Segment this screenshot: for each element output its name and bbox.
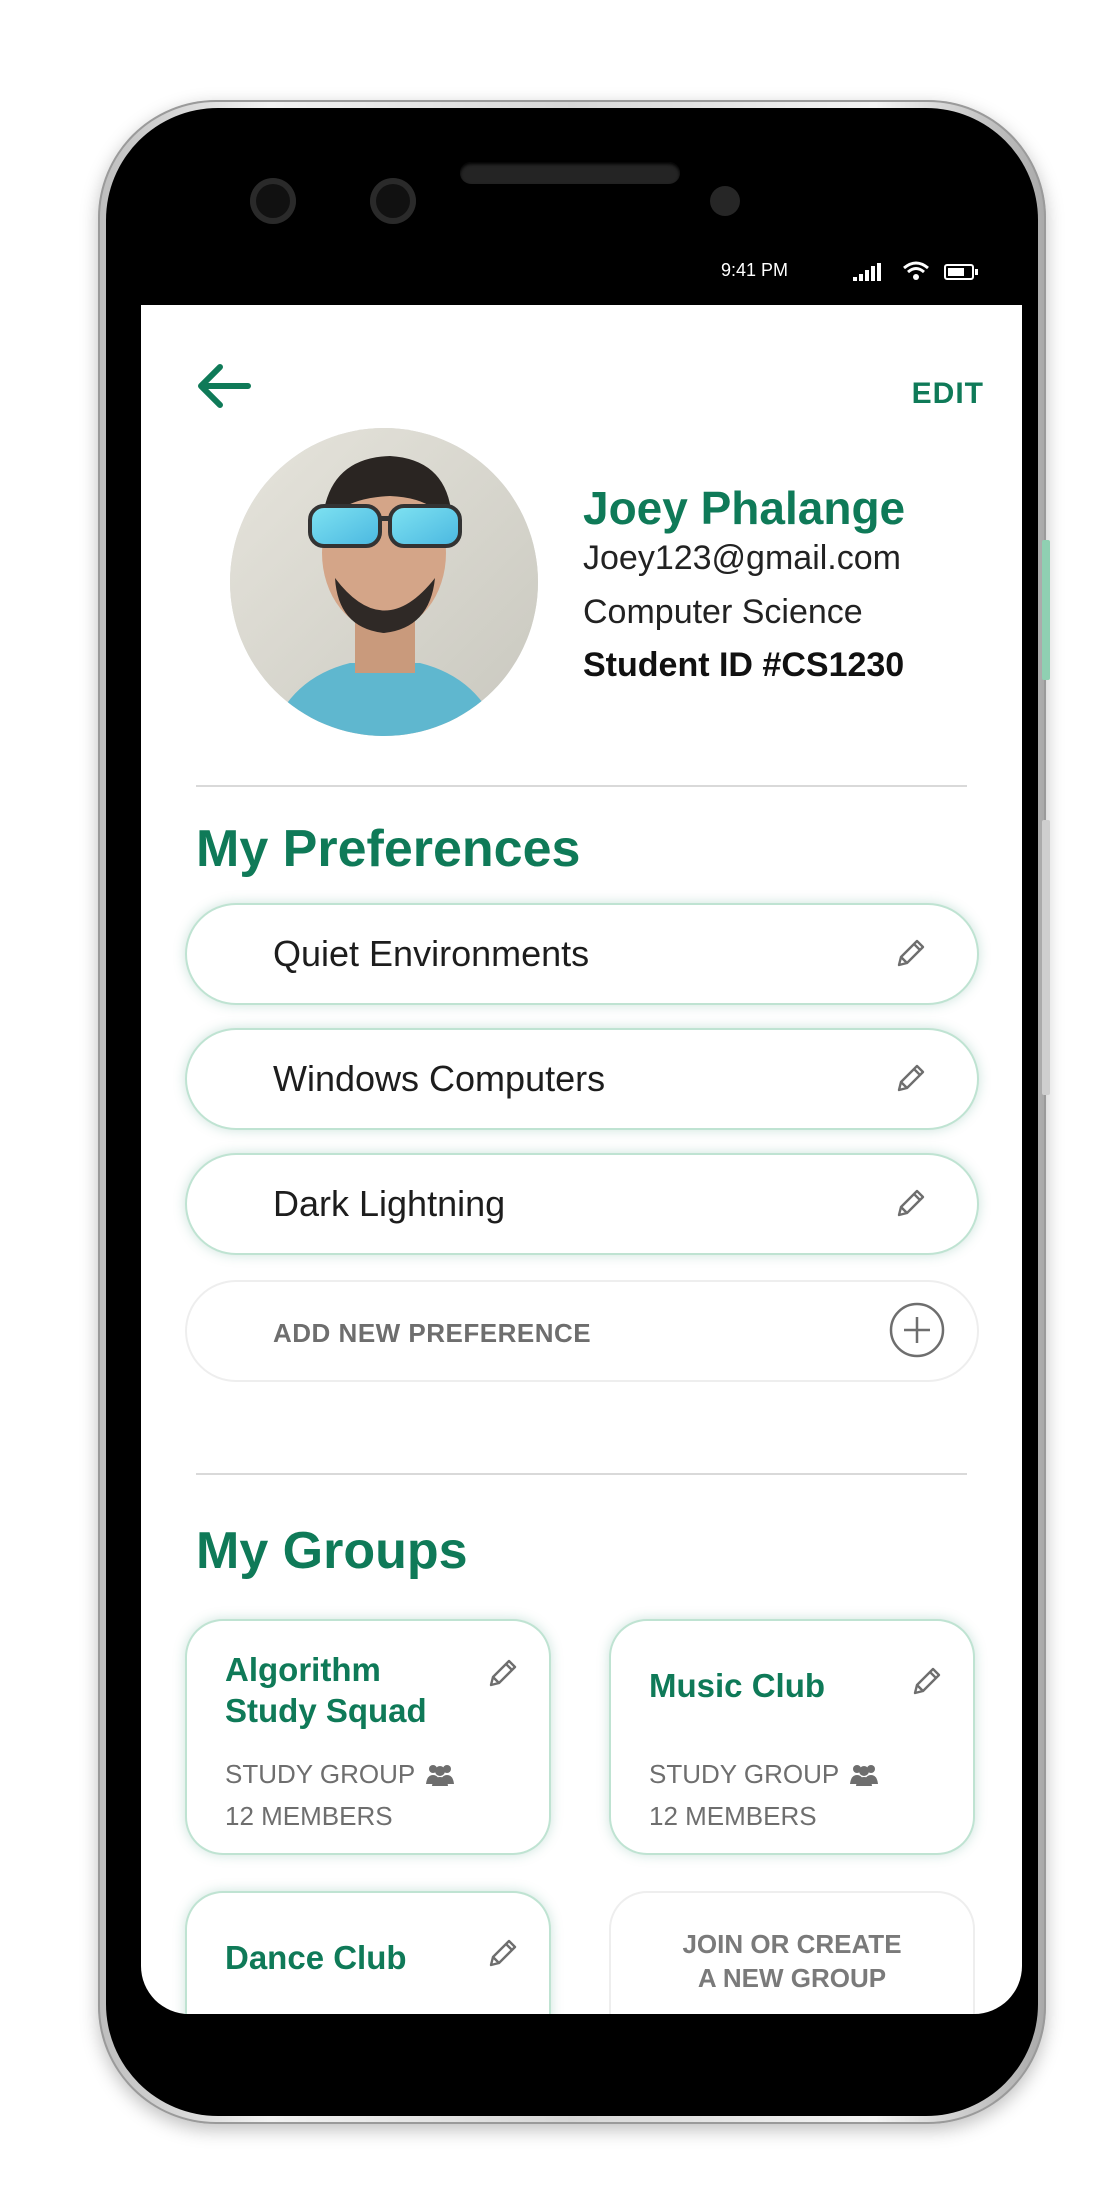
earpiece-speaker [460,162,680,184]
join-create-label: A NEW GROUP [697,1963,887,1993]
join-create-label: JOIN OR CREATE [682,1929,902,1959]
pencil-icon[interactable] [909,1665,943,1699]
profile-email: Joey123@gmail.com [583,539,901,577]
group-card[interactable]: Music Club STUDY GROUP 12 MEMBERS [611,1621,973,1853]
group-type: STUDY GROUP [225,1759,416,1789]
preference-label: Quiet Environments [273,933,590,974]
status-bar: 9:41 PM [196,254,986,294]
preferences-title: My Preferences [196,820,581,878]
groups-title: My Groups [196,1522,468,1580]
pencil-icon[interactable] [893,1062,927,1096]
group-card[interactable]: Algorithm Study Squad STUDY GROUP 12 MEM… [187,1621,549,1853]
preference-item[interactable]: Quiet Environments [187,905,977,1003]
preference-label: Windows Computers [273,1058,606,1099]
divider [196,1473,967,1475]
preference-item[interactable]: Dark Lightning [187,1155,977,1253]
preference-label: Dark Lightning [273,1183,506,1224]
volume-button [1042,540,1050,680]
profile-name: Joey Phalange [583,482,906,534]
people-icon [850,1765,878,1786]
front-camera-2 [370,178,416,224]
battery-icon [944,264,978,280]
profile-major: Computer Science [583,593,863,631]
signal-icon [853,263,881,281]
divider [196,785,967,787]
pencil-icon[interactable] [485,1657,519,1691]
group-type: STUDY GROUP [649,1759,840,1789]
preference-item[interactable]: Windows Computers [187,1030,977,1128]
pencil-icon[interactable] [893,937,927,971]
join-create-group-button[interactable]: JOIN OR CREATE A NEW GROUP [611,1893,973,2014]
edit-button[interactable]: EDIT [912,377,984,411]
student-id: Student ID #CS1230 [583,646,905,684]
proximity-sensor [710,186,740,216]
power-button [1042,820,1050,1095]
group-name: Dance Club [225,1939,407,1976]
pencil-icon[interactable] [893,1187,927,1221]
avatar [230,428,538,736]
group-members: 12 MEMBERS [225,1801,393,1831]
group-name: Music Club [649,1667,826,1704]
group-card[interactable]: Dance Club [187,1893,549,2014]
add-preference-label: ADD NEW PREFERENCE [273,1318,592,1348]
front-camera-1 [250,178,296,224]
people-icon [426,1765,454,1786]
pencil-icon[interactable] [485,1937,519,1971]
app-screen: EDIT Joey Phalange Joey123@gmail.com Com… [141,305,1022,2014]
plus-circle-icon[interactable] [889,1302,945,1358]
back-arrow-icon[interactable] [196,363,252,409]
wifi-icon [903,261,929,280]
group-name: Algorithm Study Squad [225,1651,427,1729]
status-time: 9:41 PM [721,260,789,280]
add-preference-button[interactable]: ADD NEW PREFERENCE [187,1282,977,1380]
group-members: 12 MEMBERS [649,1801,817,1831]
